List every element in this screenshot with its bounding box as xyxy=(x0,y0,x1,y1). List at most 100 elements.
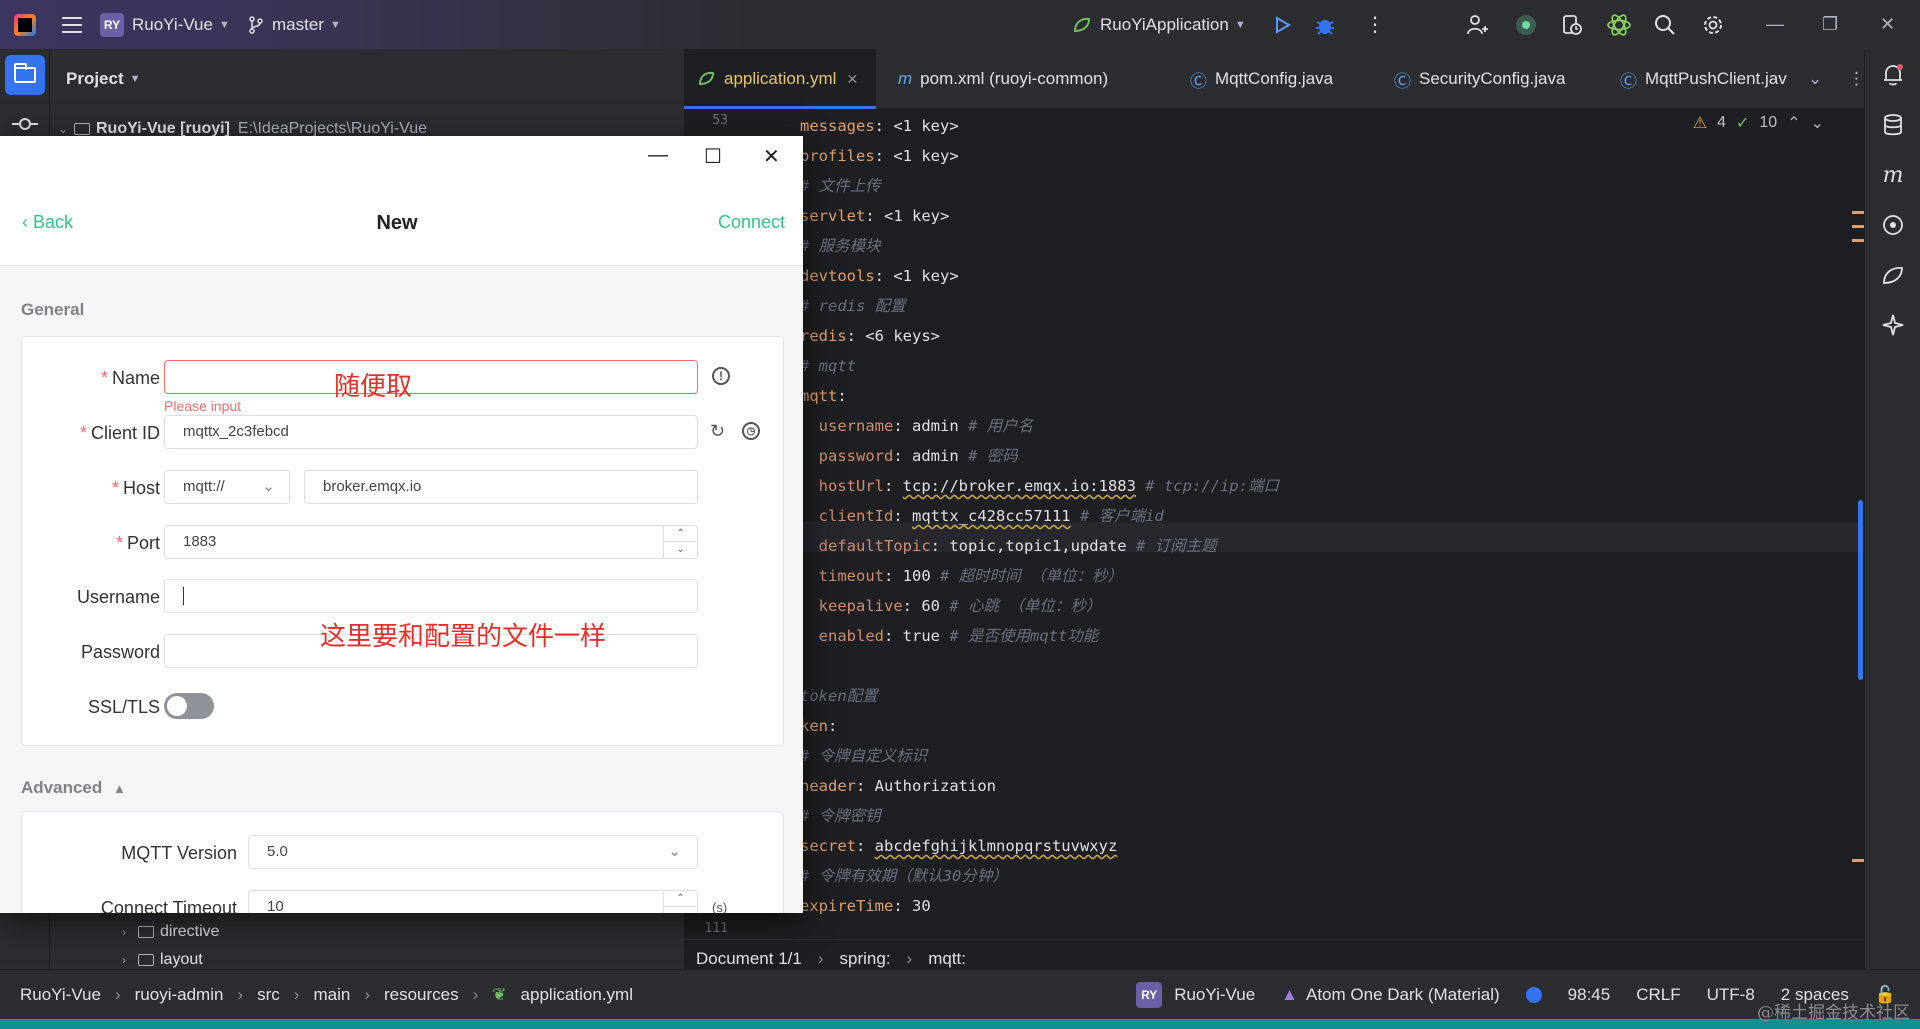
inspection-widget[interactable]: ⚠ 4 ✓ 10 ⌃ ⌄ xyxy=(1693,113,1824,133)
tab-mqtt-config[interactable]: Ⓒ MqttConfig.java xyxy=(1176,49,1347,109)
close-icon[interactable]: ✕ xyxy=(846,71,858,88)
tree-item-label: directive xyxy=(160,923,220,940)
database-icon[interactable] xyxy=(1881,113,1905,137)
add-user-button[interactable] xyxy=(1466,0,1490,49)
connect-button[interactable]: Connect xyxy=(718,212,785,233)
port-input[interactable]: 1883 ⌃ ⌄ xyxy=(164,525,698,559)
more-actions-button[interactable]: ⋮ xyxy=(1362,0,1388,49)
more-vertical-icon: ⋮ xyxy=(1848,69,1865,88)
ai-assistant-button[interactable] xyxy=(1514,0,1538,49)
settings-button[interactable] xyxy=(1702,0,1724,49)
yaml-value: <6 keys> xyxy=(865,327,940,345)
project-switcher[interactable]: RY RuoYi-Vue ▼ xyxy=(100,0,230,49)
tab-application-yml[interactable]: application.yml ✕ xyxy=(684,49,876,109)
search-button[interactable] xyxy=(1654,0,1676,49)
breadcrumb-item[interactable]: Document 1/1 xyxy=(696,949,802,969)
restore-window-button[interactable]: ❐ xyxy=(1822,0,1838,49)
client-id-input[interactable]: mqttx_2c3febcd xyxy=(164,415,698,449)
info-icon[interactable]: ! xyxy=(712,367,730,385)
yaml-key: timeout xyxy=(818,567,884,585)
notifications-icon[interactable] xyxy=(1881,63,1905,87)
yaml-key: clientId xyxy=(818,507,894,525)
status-theme[interactable]: ▲ Atom One Dark (Material) xyxy=(1281,985,1500,1005)
name-input[interactable] xyxy=(164,360,698,394)
maven-icon[interactable]: m xyxy=(1881,163,1905,188)
path-item[interactable]: resources xyxy=(384,985,459,1005)
timeout-stepper[interactable]: ⌃⌄ xyxy=(663,891,697,913)
ssl-toggle[interactable] xyxy=(164,693,214,719)
port-row: * Port 1883 ⌃ ⌄ xyxy=(22,525,785,565)
minimize-icon[interactable]: — xyxy=(648,144,668,167)
path-item[interactable]: main xyxy=(313,985,350,1005)
folder-icon xyxy=(138,954,154,966)
close-icon[interactable]: ✕ xyxy=(763,144,780,169)
play-icon xyxy=(1276,15,1291,34)
yaml-key: username xyxy=(818,417,894,435)
maximize-icon[interactable]: ☐ xyxy=(704,144,722,169)
spring-icon[interactable] xyxy=(1881,263,1905,287)
username-input[interactable] xyxy=(164,579,698,613)
path-item[interactable]: application.yml xyxy=(521,985,633,1005)
status-position[interactable]: 98:45 xyxy=(1568,985,1611,1005)
port-stepper[interactable]: ⌃ ⌄ xyxy=(663,526,697,558)
debug-button[interactable] xyxy=(1314,0,1336,49)
endpoints-icon[interactable] xyxy=(1881,213,1905,237)
status-project[interactable]: RY RuoYi-Vue xyxy=(1136,981,1255,1008)
line-number: 111 xyxy=(704,921,728,936)
protocol-select[interactable]: mqtt:// ⌄ xyxy=(164,470,290,504)
code-with-me-button[interactable] xyxy=(1560,0,1584,49)
tab-pom-xml[interactable]: m pom.xml (ruoyi-common) xyxy=(884,49,1122,109)
project-tool-button[interactable] xyxy=(5,55,45,95)
annotation-config-hint: 这里要和配置的文件一样 xyxy=(320,622,607,652)
yaml-value: <1 key> xyxy=(884,207,950,225)
mqtt-version-select[interactable]: 5.0 ⌄ xyxy=(248,835,698,869)
app-logo-icon[interactable] xyxy=(14,0,36,49)
yaml-value: admin xyxy=(912,417,959,435)
run-config-selector[interactable]: RuoYiApplication ▼ xyxy=(1072,0,1246,49)
breadcrumb-item[interactable]: spring: xyxy=(840,949,891,969)
code-line: keepalive: 60 # 心跳 （单位：秒） xyxy=(800,592,1102,620)
refresh-icon[interactable]: ↻ xyxy=(710,421,725,442)
tab-mqtt-push-client[interactable]: Ⓒ MqttPushClient.jav xyxy=(1606,49,1801,109)
dialog-title: New xyxy=(376,212,418,234)
path-item[interactable]: RuoYi-Vue xyxy=(20,985,101,1005)
path-item[interactable]: ruoyi-admin xyxy=(135,985,224,1005)
plugin-button[interactable] xyxy=(1606,0,1632,49)
yaml-colon: : xyxy=(828,717,847,735)
ai-sparkle-icon[interactable] xyxy=(1881,313,1905,337)
status-indicator-icon[interactable] xyxy=(1525,986,1542,1003)
editor-scrollbar[interactable] xyxy=(1858,500,1863,680)
chevron-down-icon[interactable]: ⌄ xyxy=(1811,113,1824,133)
dialog-header: ‹ Back New Connect xyxy=(0,176,803,266)
close-window-button[interactable]: ✕ xyxy=(1880,0,1895,49)
spring-leaf-icon xyxy=(1073,17,1091,32)
clock-icon[interactable]: ◷ xyxy=(742,422,760,440)
chevron-right-icon: › xyxy=(906,948,913,968)
tab-list-button[interactable]: ⌄ xyxy=(1794,49,1836,109)
advanced-section-header[interactable]: Advanced ▲ xyxy=(21,778,126,798)
ssl-label: SSL/TLS xyxy=(87,697,160,717)
chevron-down-icon: ⌄ xyxy=(1808,69,1823,88)
connect-timeout-input[interactable]: 10 ⌃⌄ xyxy=(248,890,698,913)
status-encoding[interactable]: UTF-8 xyxy=(1707,985,1755,1005)
folder-icon xyxy=(138,926,154,938)
status-line-separator[interactable]: CRLF xyxy=(1636,985,1680,1005)
bug-icon xyxy=(1316,19,1334,35)
minimize-window-button[interactable]: — xyxy=(1766,0,1784,49)
code-editor[interactable]: 53 111 ⚠ 4 ✓ 10 ⌃ ⌄ messages: <1 key> pro… xyxy=(684,109,1864,939)
tab-security-config[interactable]: Ⓒ SecurityConfig.java xyxy=(1380,49,1579,109)
commit-icon[interactable] xyxy=(12,115,38,133)
main-menu-button[interactable] xyxy=(62,0,82,49)
code-line: # 服务模块 xyxy=(800,232,881,260)
tree-item[interactable]: › directive xyxy=(122,918,220,946)
yaml-colon: : xyxy=(846,327,866,345)
chevron-right-icon: › xyxy=(122,953,126,967)
path-item[interactable]: src xyxy=(257,985,280,1005)
breadcrumb-item[interactable]: mqtt: xyxy=(928,949,966,969)
project-badge: RY xyxy=(100,12,124,37)
host-input[interactable]: broker.emqx.io xyxy=(304,470,698,504)
project-panel-header[interactable]: Project ▼ xyxy=(50,49,684,109)
branch-switcher[interactable]: master ▼ xyxy=(248,0,341,49)
chevron-up-icon[interactable]: ⌃ xyxy=(1787,113,1800,133)
run-button[interactable] xyxy=(1272,0,1292,49)
